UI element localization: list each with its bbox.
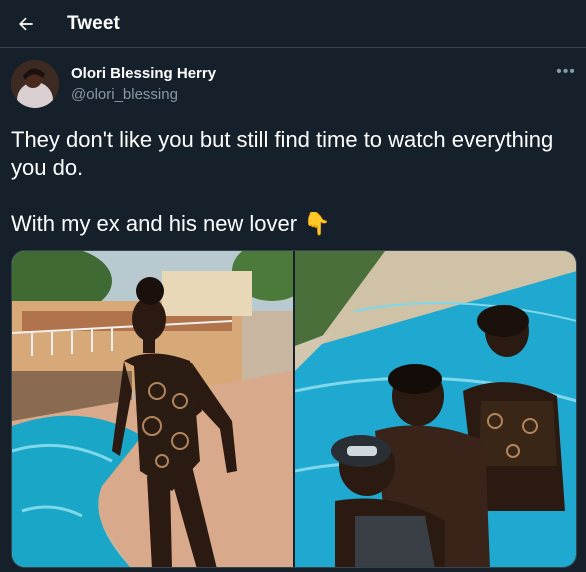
tweet-media [11, 250, 577, 568]
avatar-image [11, 60, 59, 108]
tweet-text-line-2: With my ex and his new lover 👇 [11, 211, 331, 236]
more-options-button[interactable]: ••• [554, 62, 578, 82]
page-title: Tweet [67, 13, 120, 34]
arrow-left-icon [19, 17, 33, 31]
tweet-photo-1[interactable] [12, 251, 293, 567]
avatar[interactable] [11, 60, 59, 108]
more-horizontal-icon: ••• [556, 63, 576, 80]
tweet-photo-2[interactable] [295, 251, 576, 567]
tweet-text: They don't like you but still find time … [11, 126, 571, 238]
tweet-text-spacer [11, 182, 571, 210]
photo-pool-group [295, 251, 576, 567]
author-handle[interactable]: @olori_blessing [71, 86, 178, 103]
back-button[interactable] [10, 8, 42, 40]
tweet-text-line-1: They don't like you but still find time … [11, 127, 554, 180]
header-bar: Tweet [0, 0, 586, 48]
photo-poolside-woman [12, 251, 293, 567]
author-name[interactable]: Olori Blessing Herry [71, 65, 216, 82]
